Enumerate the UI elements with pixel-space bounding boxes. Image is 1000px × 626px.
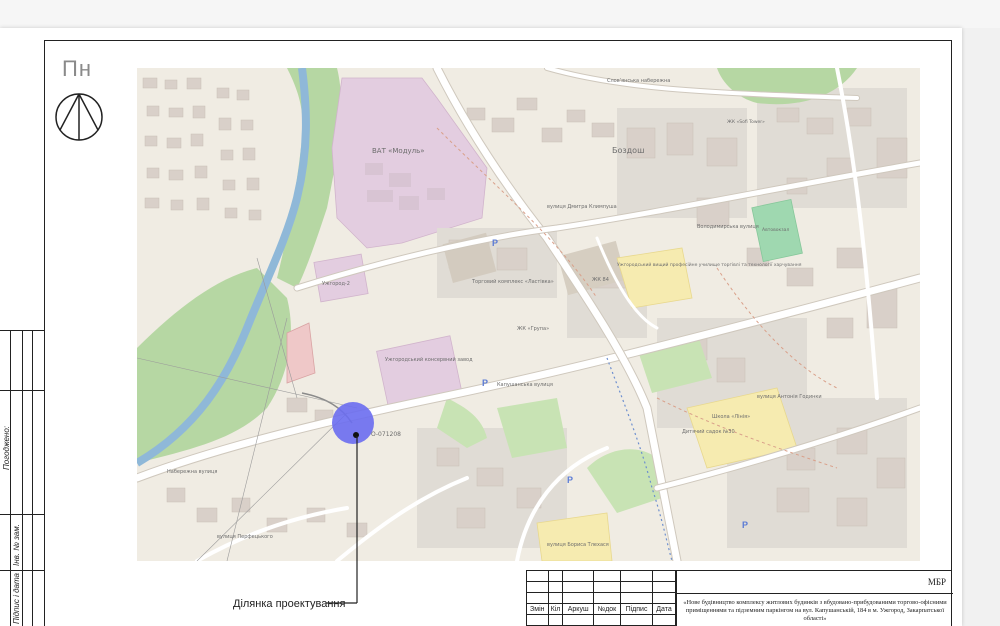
tb-header-pidpys: Підпис: [620, 603, 653, 615]
project-description: «Нове будівництво комплексу житлових буд…: [683, 599, 947, 622]
tb-header-zmin: Змін: [526, 603, 549, 615]
side-stamp-strip: Погоджено: Інв. № зам. Підпис і дата: [0, 330, 44, 626]
title-block-grid: Змін Кіл Аркуш №док Підпис Дата: [526, 570, 677, 626]
title-block: Змін Кіл Аркуш №док Підпис Дата МБР «Нов…: [526, 570, 953, 626]
tb-header-ndok: №док: [592, 603, 622, 615]
title-block-main: МБР «Нове будівництво комплексу житлових…: [676, 570, 953, 626]
inv-no-label: Інв. № зам.: [12, 524, 21, 566]
tb-header-data: Дата: [651, 603, 677, 615]
drawing-code: МБР: [927, 577, 946, 587]
pidpys-data-label: Підпис і дата: [12, 573, 21, 624]
leader-line: [326, 436, 358, 604]
tb-header-kil: Кіл: [547, 603, 564, 615]
pogodzheno-label: Погоджено:: [2, 426, 11, 470]
project-area-label: Ділянка проектування: [233, 598, 346, 610]
tb-header-arkush: Аркуш: [562, 603, 594, 615]
